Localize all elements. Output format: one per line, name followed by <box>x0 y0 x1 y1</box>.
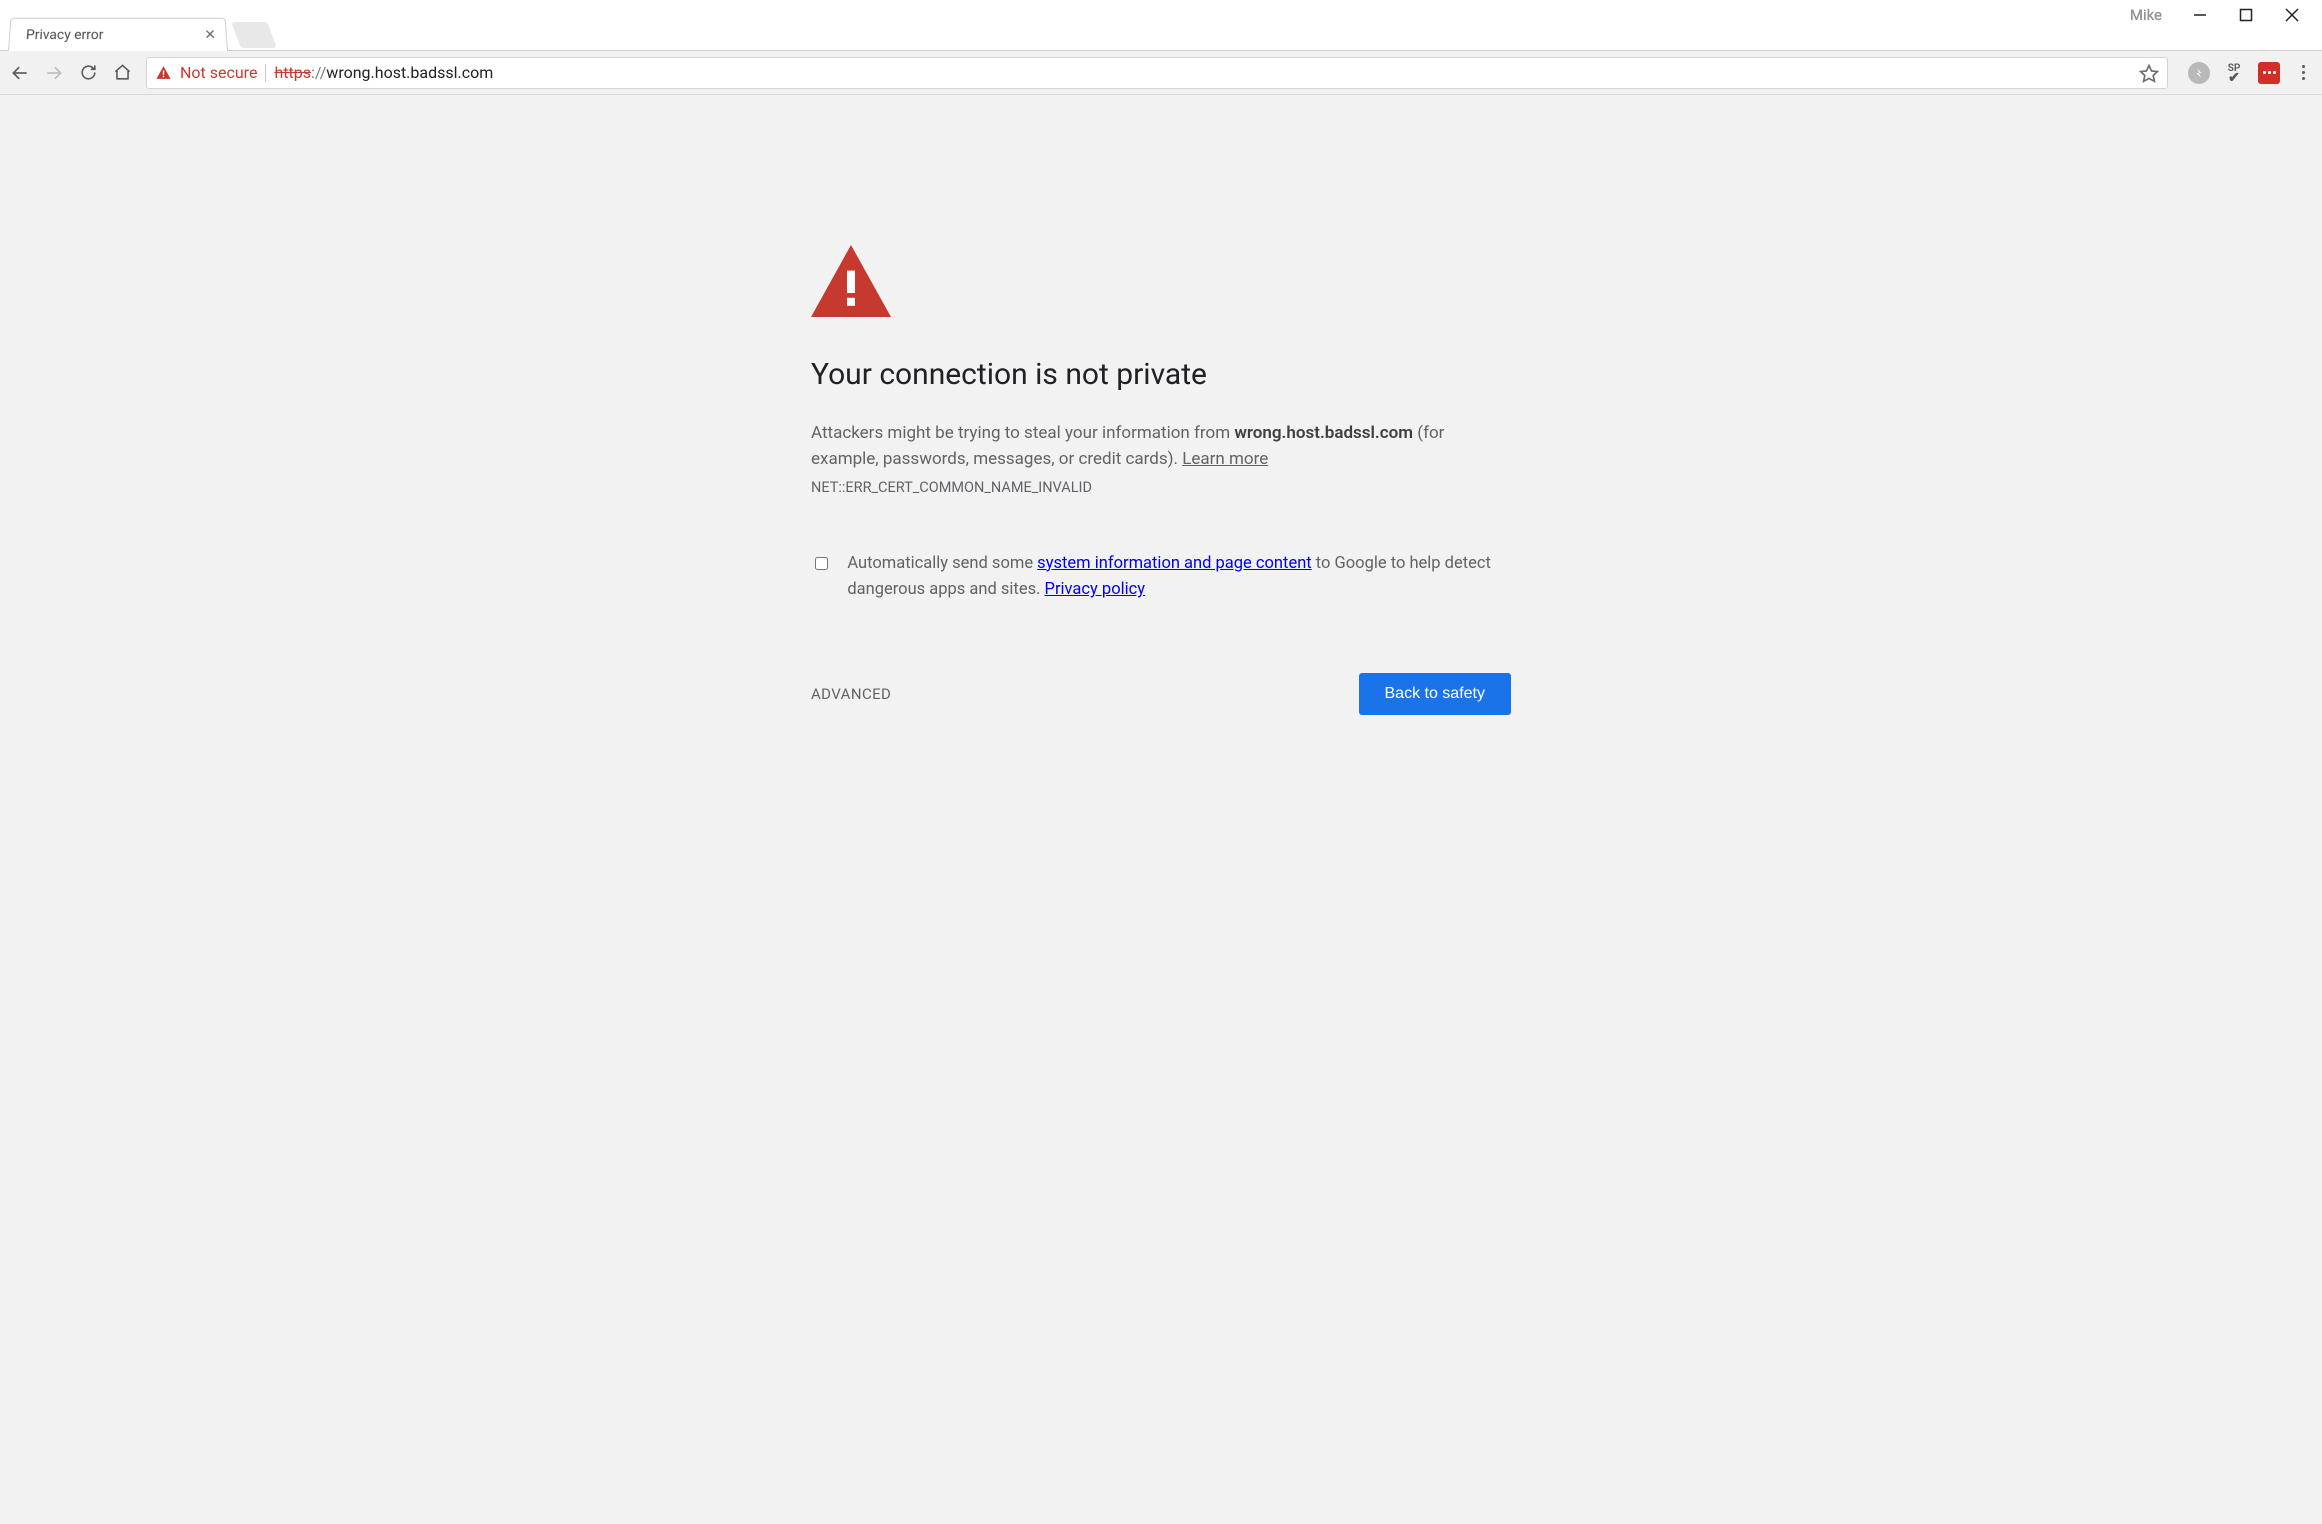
url-host: wrong.host.badssl.com <box>326 63 493 82</box>
forward-button[interactable] <box>44 63 64 83</box>
tab-title: Privacy error <box>26 27 104 43</box>
warning-triangle-icon <box>155 64 172 81</box>
url-display: https://wrong.host.badssl.com <box>274 63 493 82</box>
back-to-safety-button[interactable]: Back to safety <box>1359 673 1512 715</box>
reload-button[interactable] <box>78 63 98 83</box>
tab-strip: Privacy error ✕ <box>0 0 2322 51</box>
learn-more-link[interactable]: Learn more <box>1182 449 1268 469</box>
address-bar[interactable]: Not secure https://wrong.host.badssl.com <box>146 57 2168 89</box>
back-button[interactable] <box>10 63 30 83</box>
ssl-interstitial: Your connection is not private Attackers… <box>801 245 1521 715</box>
url-scheme-suffix: :// <box>311 63 326 82</box>
interstitial-body: Attackers might be trying to steal your … <box>811 420 1511 473</box>
window-controls-row: Mike <box>2130 0 2322 30</box>
advanced-button[interactable]: ADVANCED <box>811 685 891 703</box>
profile-name[interactable]: Mike <box>2130 6 2162 24</box>
new-tab-button[interactable] <box>231 22 276 48</box>
home-button[interactable] <box>112 63 132 83</box>
security-chip[interactable]: Not secure <box>155 63 257 82</box>
warning-triangle-icon <box>811 245 1511 317</box>
error-code: NET::ERR_CERT_COMMON_NAME_INVALID <box>811 479 1511 496</box>
interstitial-heading: Your connection is not private <box>811 357 1511 392</box>
window-minimize-button[interactable] <box>2192 7 2208 23</box>
security-label: Not secure <box>180 63 257 82</box>
browser-menu-button[interactable] <box>2294 65 2312 80</box>
body-host: wrong.host.badssl.com <box>1234 423 1413 443</box>
optin-system-info-link[interactable]: system information and page content <box>1037 554 1312 573</box>
divider <box>265 64 266 82</box>
extension-sp-icon[interactable]: SP✔ <box>2224 63 2244 82</box>
bookmark-star-icon[interactable] <box>2139 63 2159 83</box>
optin-row: Automatically send some system informati… <box>811 551 1511 604</box>
interstitial-actions: ADVANCED Back to safety <box>811 673 1511 715</box>
toolbar-right: SP✔ <box>2182 62 2312 84</box>
optin-prefix: Automatically send some <box>847 554 1037 573</box>
privacy-policy-link[interactable]: Privacy policy <box>1045 580 1146 599</box>
url-scheme-struck: https <box>274 63 311 82</box>
body-prefix: Attackers might be trying to steal your … <box>811 423 1234 443</box>
optin-text: Automatically send some system informati… <box>847 551 1511 604</box>
window-maximize-button[interactable] <box>2238 7 2254 23</box>
page-viewport: Your connection is not private Attackers… <box>0 95 2322 1524</box>
browser-toolbar: Not secure https://wrong.host.badssl.com… <box>0 51 2322 95</box>
tab-close-icon[interactable]: ✕ <box>204 28 216 42</box>
extension-offline-icon[interactable] <box>2188 62 2210 84</box>
window-close-button[interactable] <box>2284 7 2300 23</box>
extension-lastpass-icon[interactable] <box>2258 62 2280 84</box>
active-tab[interactable]: Privacy error ✕ <box>8 18 228 51</box>
optin-checkbox[interactable] <box>815 554 828 573</box>
